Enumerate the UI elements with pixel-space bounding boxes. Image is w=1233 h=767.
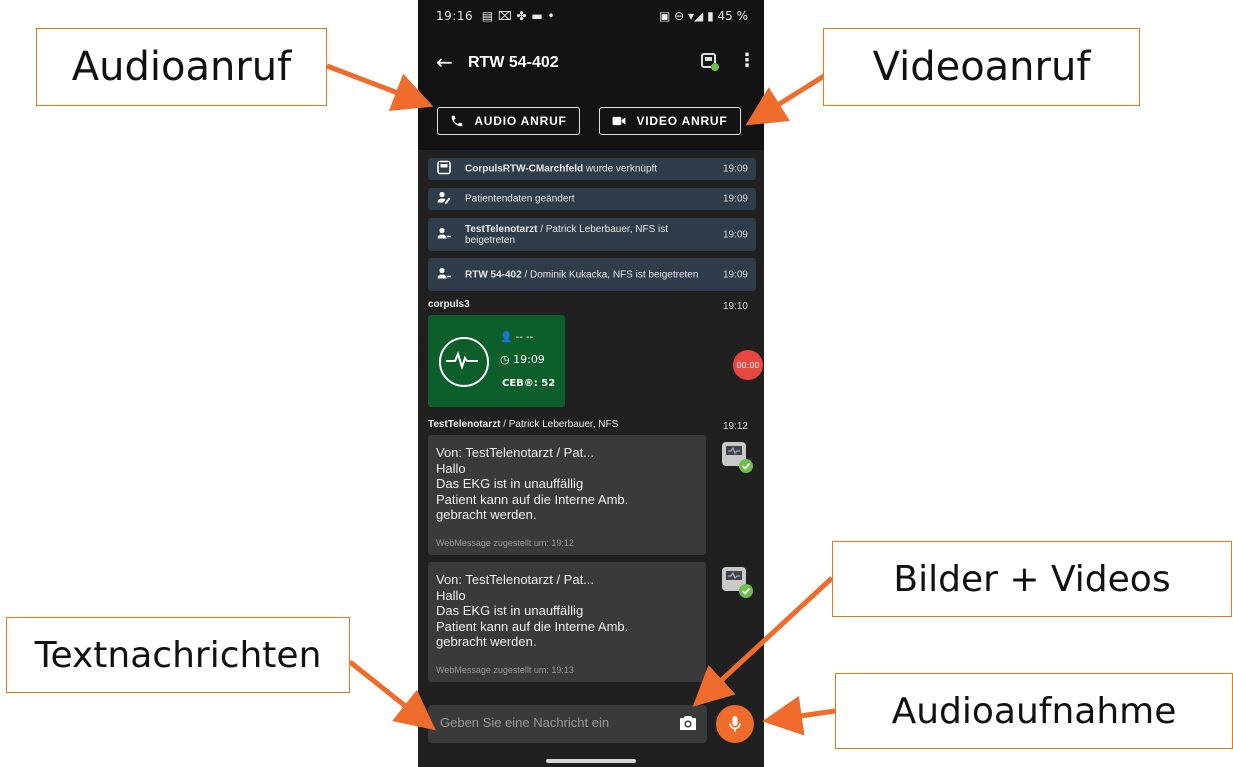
callout-media: Bilder + Videos — [832, 541, 1232, 617]
arrow-media — [692, 576, 834, 707]
arrow-audio-recording — [762, 695, 836, 736]
callout-audio-call: Audioanruf — [36, 28, 327, 106]
arrow-audio-call — [326, 63, 434, 111]
arrow-video-call — [745, 73, 826, 126]
callout-audio-recording: Audioaufnahme — [835, 673, 1233, 749]
arrow-text-messages — [348, 660, 436, 731]
callout-text-messages: Textnachrichten — [6, 617, 350, 693]
callout-video-call: Videoanruf — [823, 28, 1140, 106]
